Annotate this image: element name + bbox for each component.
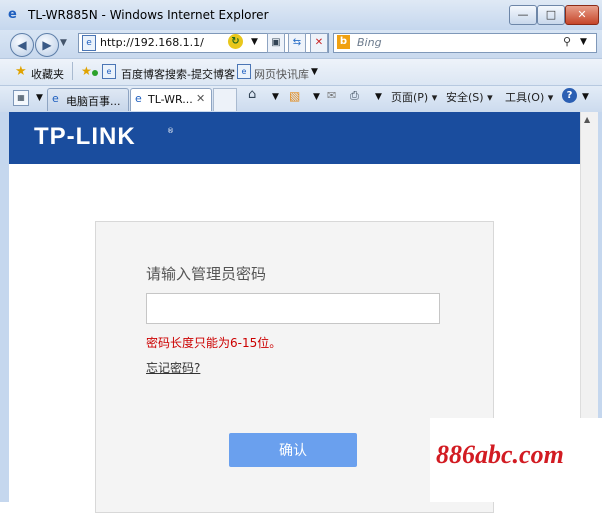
chevron-down-icon[interactable]: ▼ [272, 92, 279, 102]
chevron-down-icon[interactable]: ▼ [311, 67, 318, 77]
add-badge-icon [92, 70, 98, 76]
quick-tabs-icon[interactable]: ▦ [13, 90, 29, 106]
password-input[interactable] [146, 293, 440, 324]
tp-link-logo: TP-LINK [34, 123, 136, 150]
tab-list-dropdown-icon[interactable]: ▼ [36, 93, 43, 103]
window-frame [0, 112, 9, 502]
favorites-star-icon[interactable]: ★ [15, 64, 27, 79]
page-icon: e [52, 92, 59, 105]
forward-button[interactable]: ▶ [35, 33, 59, 57]
watermark: 886abc.com [436, 440, 564, 469]
search-dropdown-icon[interactable]: ▼ [580, 37, 587, 47]
close-button[interactable]: ✕ [565, 5, 599, 25]
page-menu[interactable]: 页面(P) ▾ [391, 89, 437, 105]
tab-label[interactable]: 电脑百事... [66, 93, 121, 109]
maximize-button[interactable]: □ [537, 5, 565, 25]
print-icon[interactable]: ⎙ [350, 89, 359, 103]
favorite-link[interactable]: 网页快讯库 [254, 66, 309, 82]
password-hint: 密码长度只能为6-15位。 [146, 336, 282, 350]
tab-label[interactable]: TL-WR... [148, 93, 193, 106]
stop-icon[interactable]: ✕ [310, 33, 328, 53]
minimize-button[interactable]: — [509, 5, 537, 25]
home-icon[interactable]: ⌂ [248, 87, 256, 102]
new-tab-button[interactable] [213, 88, 237, 111]
feeds-icon[interactable]: ▧ [289, 89, 300, 103]
add-favorite-icon[interactable]: ★ [81, 64, 92, 78]
help-icon[interactable]: ? [562, 88, 577, 103]
window-title: TL-WR885N - Windows Internet Explorer [28, 8, 269, 22]
page-compat-icon[interactable]: ▣ [267, 33, 285, 53]
ie-icon: e [8, 7, 17, 22]
search-placeholder[interactable]: Bing [357, 36, 382, 49]
chevron-down-icon[interactable]: ▼ [375, 92, 382, 102]
scroll-up-icon[interactable]: ▲ [584, 115, 590, 124]
compatibility-icon[interactable]: ↻ [228, 34, 243, 49]
page-icon: e [135, 92, 142, 105]
confirm-button[interactable]: 确认 [229, 433, 357, 467]
chevron-down-icon[interactable]: ▼ [582, 92, 589, 102]
password-heading: 请输入管理员密码 [146, 265, 267, 283]
mail-icon[interactable]: ✉ [327, 89, 336, 102]
back-button[interactable]: ◀ [10, 33, 34, 57]
page-icon: e [82, 35, 96, 51]
tools-menu[interactable]: 工具(O) ▾ [505, 89, 553, 105]
search-icon[interactable]: ⚲ [563, 35, 571, 48]
favorite-link[interactable]: 百度博客搜索-提交博客 [121, 66, 235, 82]
divider [72, 62, 73, 80]
close-tab-icon[interactable]: ✕ [196, 92, 205, 105]
safety-menu[interactable]: 安全(S) ▾ [446, 89, 493, 105]
page-icon: e [102, 64, 116, 79]
address-dropdown-icon[interactable]: ▼ [251, 37, 258, 47]
refresh-icon[interactable]: ⇆ [288, 33, 306, 53]
favorites-button[interactable]: 收藏夹 [31, 66, 64, 82]
page-icon: e [237, 64, 251, 79]
forgot-password-link[interactable]: 忘记密码? [146, 359, 200, 376]
bing-icon: b [337, 35, 350, 49]
registered-mark: ® [167, 127, 174, 135]
chevron-down-icon[interactable]: ▼ [313, 92, 320, 102]
url-text[interactable]: http://192.168.1.1/ [100, 36, 204, 49]
chevron-down-icon[interactable]: ▼ [60, 38, 67, 48]
